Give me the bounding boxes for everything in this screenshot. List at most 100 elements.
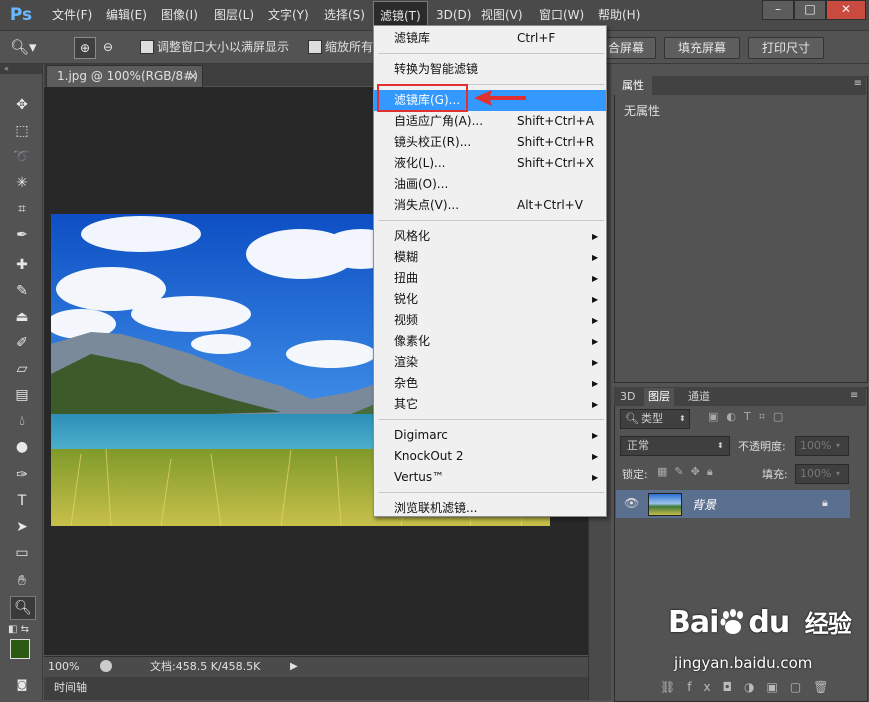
filter-menu-item[interactable]: 渲染 ▶ [374,352,606,373]
lock-icons[interactable]: ▦✎✥🔒︎ [657,465,742,479]
clone-stamp-tool-icon[interactable]: ⏏ [10,306,34,328]
document-tab[interactable]: 1.jpg @ 100%(RGB/8#) × [46,65,203,88]
filter-menu-item[interactable]: Digimarc ▶ [374,425,606,446]
zoom-in-icon[interactable]: ⊕ [74,37,96,59]
zoom-tool-icon[interactable]: 🔍︎ [10,596,36,620]
filter-menu-item[interactable]: 杂色 ▶ [374,373,606,394]
minimize-button[interactable]: – [762,0,794,20]
move-tool-icon[interactable]: ✥ [10,94,34,116]
magic-wand-tool-icon[interactable]: ✳ [10,172,34,194]
filter-menu-item[interactable]: 视频 ▶ [374,310,606,331]
filter-menu-item[interactable]: 锐化 ▶ [374,289,606,310]
healing-brush-tool-icon[interactable]: ✚ [10,254,34,276]
submenu-arrow-icon: ▶ [592,337,599,346]
menu-3[interactable]: 图层(L) [208,0,260,30]
layer-filter-select[interactable]: 🔍︎ 类型 ⬍ [620,409,690,429]
foreground-color-swatch[interactable] [10,639,30,659]
layers-panel-menu-icon[interactable]: ≡ [850,390,858,401]
marquee-tool-icon[interactable]: ⬚ [10,120,34,142]
filter-menu-item[interactable]: 风格化 ▶ [374,226,606,247]
brush-tool-icon[interactable]: ✎ [10,280,34,302]
resize-window-checkbox[interactable] [140,40,154,54]
status-menu-arrow-icon[interactable]: ▶ [290,657,298,677]
submenu-arrow-icon: ▶ [592,379,599,388]
layer-row-background[interactable]: 👁︎ 背景 🔒︎ [616,490,850,518]
blend-mode-value: 正常 [627,439,649,452]
eraser-tool-icon[interactable]: ▱ [10,358,34,380]
filter-menu-item[interactable]: Vertus™ ▶ [374,467,606,488]
filter-menu-item[interactable]: 镜头校正(R)... Shift+Ctrl+R [374,132,606,153]
blend-mode-select[interactable]: 正常 ⬍ [620,436,730,456]
menu-2[interactable]: 图像(I) [155,0,204,30]
submenu-arrow-icon: ▶ [592,452,599,461]
timeline-panel: 时间轴 [44,677,609,700]
filter-menu-item[interactable]: 油画(O)... [374,174,606,195]
layer-name[interactable]: 背景 [692,496,716,513]
quick-mask-icon[interactable]: ◙ [10,674,34,696]
menu-0[interactable]: 文件(F) [46,0,98,30]
menu-4[interactable]: 文字(Y) [262,0,315,30]
blur-tool-icon[interactable]: 💧︎ [10,410,34,432]
zoom-all-checkbox[interactable] [308,40,322,54]
watermark-url: jingyan.baidu.com [674,654,813,672]
watermark-brand-2: du [748,605,790,640]
filter-menu-item[interactable]: 其它 ▶ [374,394,606,415]
tab-channels[interactable]: 通道 [684,388,714,406]
eyedropper-tool-icon[interactable]: ✒ [10,224,34,246]
tab-layers[interactable]: 图层 [644,388,674,406]
crop-tool-icon[interactable]: ⌗ [10,198,34,220]
timeline-label[interactable]: 时间轴 [54,677,87,699]
default-colors-icon[interactable]: ◧ ⇆ [8,624,36,636]
layer-visibility-eye-icon[interactable]: 👁︎ [624,496,639,510]
filter-menu-item[interactable]: 浏览联机滤镜... [374,498,606,519]
status-info-icon[interactable] [100,660,112,672]
filter-menu-item-shortcut: Shift+Ctrl+X [517,156,594,170]
filter-menu-item[interactable]: 自适应广角(A)... Shift+Ctrl+A [374,111,606,132]
submenu-arrow-icon: ▶ [592,358,599,367]
fill-screen-button[interactable]: 填充屏幕 [664,37,740,59]
filter-menu-item[interactable]: 像素化 ▶ [374,331,606,352]
print-size-button[interactable]: 打印尺寸 [748,37,824,59]
shape-tool-icon[interactable]: ▭ [10,542,34,564]
fill-field[interactable]: 100% ▾ [795,464,849,484]
submenu-arrow-icon: ▶ [592,295,599,304]
tab-properties[interactable]: 属性 [614,76,652,95]
filter-menu-item[interactable]: 扭曲 ▶ [374,268,606,289]
gradient-tool-icon[interactable]: ▤ [10,384,34,406]
app-logo: Ps [9,5,33,25]
path-selection-tool-icon[interactable]: ➤ [10,516,34,538]
hand-tool-icon[interactable]: ✋︎ [10,570,34,592]
filter-menu-item-label: 像素化 [394,334,431,348]
panel-menu-icon[interactable]: ≡ [854,78,862,89]
type-tool-icon[interactable]: T [10,490,34,512]
layer-thumbnail [648,493,682,516]
fill-label: 填充: [762,468,788,481]
menu-separator [378,53,604,54]
filter-menu-item[interactable]: 滤镜库 Ctrl+F [374,28,606,49]
filter-menu-item[interactable]: 转换为智能滤镜 [374,59,606,80]
zoom-level[interactable]: 100% [48,657,79,677]
tab-3d[interactable]: 3D [616,388,639,406]
filter-menu-item[interactable]: KnockOut 2 ▶ [374,446,606,467]
lasso-tool-icon[interactable]: ➰ [10,146,34,168]
menu-separator [378,419,604,420]
zoom-tool-preset-icon[interactable]: 🔍︎▾ [10,36,50,58]
opacity-field[interactable]: 100% ▾ [795,436,849,456]
submenu-arrow-icon: ▶ [592,431,599,440]
filter-menu-item[interactable]: 液化(L)... Shift+Ctrl+X [374,153,606,174]
submenu-arrow-icon: ▶ [592,473,599,482]
filter-menu-item[interactable]: 消失点(V)... Alt+Ctrl+V [374,195,606,216]
pen-tool-icon[interactable]: ✑ [10,464,34,486]
menu-1[interactable]: 编辑(E) [100,0,153,30]
layer-filter-icons[interactable]: ▣◐T⌗▢ [708,410,848,426]
filter-menu-item-label: 模糊 [394,250,419,264]
close-icon[interactable]: × [188,66,198,86]
zoom-out-icon[interactable]: ⊖ [98,37,118,57]
filter-menu-item[interactable]: 模糊 ▶ [374,247,606,268]
maximize-button[interactable]: □ [794,0,826,20]
dodge-tool-icon[interactable]: ● [10,436,34,458]
filter-menu-item-label: 渲染 [394,355,419,369]
history-brush-tool-icon[interactable]: ✐ [10,332,34,354]
close-window-button[interactable]: ✕ [826,0,866,20]
menu-5[interactable]: 选择(S) [318,0,371,30]
